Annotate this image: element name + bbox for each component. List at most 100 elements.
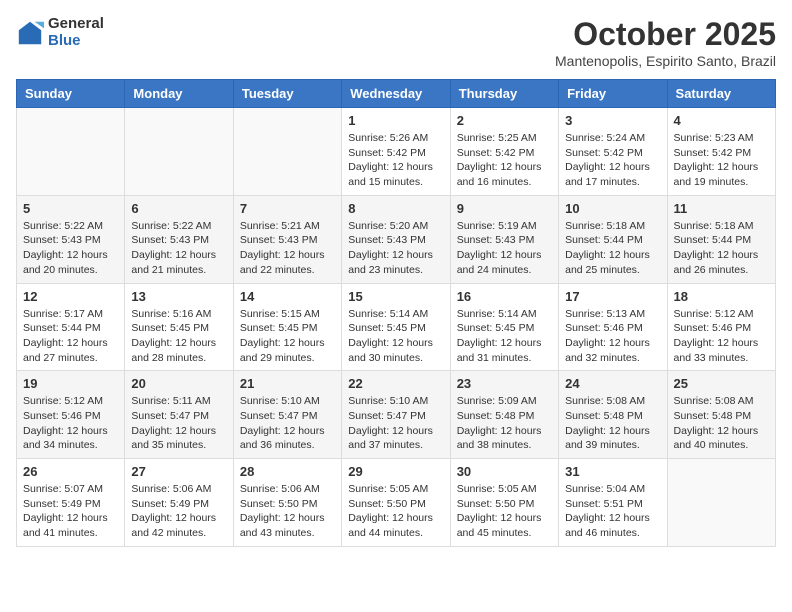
calendar-cell: 20 Sunrise: 5:11 AM Sunset: 5:47 PM Dayli… [125,371,233,459]
calendar-cell: 24 Sunrise: 5:08 AM Sunset: 5:48 PM Dayli… [559,371,667,459]
day-number: 13 [131,289,226,304]
day-number: 9 [457,201,552,216]
weekday-header-row: SundayMondayTuesdayWednesdayThursdayFrid… [17,80,776,108]
day-info: Sunrise: 5:19 AM Sunset: 5:43 PM Dayligh… [457,219,552,278]
calendar-cell: 3Sunrise: 5:24 AM Sunset: 5:42 PM Daylig… [559,108,667,196]
day-info: Sunrise: 5:17 AM Sunset: 5:44 PM Dayligh… [23,307,118,366]
day-number: 1 [348,113,443,128]
calendar-week-row: 5 Sunrise: 5:22 AM Sunset: 5:43 PM Daylig… [17,195,776,283]
day-info: Sunrise: 5:26 AM Sunset: 5:42 PM Dayligh… [348,131,443,190]
calendar-week-row: 12Sunrise: 5:17 AM Sunset: 5:44 PM Dayli… [17,283,776,371]
day-info: Sunrise: 5:15 AM Sunset: 5:45 PM Dayligh… [240,307,335,366]
calendar-cell: 22 Sunrise: 5:10 AM Sunset: 5:47 PM Dayli… [342,371,450,459]
day-info: Sunrise: 5:20 AM Sunset: 5:43 PM Dayligh… [348,219,443,278]
day-number: 31 [565,464,660,479]
day-number: 20 [131,376,226,391]
calendar-week-row: 19 Sunrise: 5:12 AM Sunset: 5:46 PM Dayli… [17,371,776,459]
logo-general-text: General [48,16,104,33]
calendar-cell: 27Sunrise: 5:06 AM Sunset: 5:49 PM Dayli… [125,459,233,547]
day-number: 22 [348,376,443,391]
calendar-cell: 31 Sunrise: 5:04 AM Sunset: 5:51 PM Dayli… [559,459,667,547]
weekday-header-sunday: Sunday [17,80,125,108]
day-number: 6 [131,201,226,216]
day-info: Sunrise: 5:25 AM Sunset: 5:42 PM Dayligh… [457,131,552,190]
calendar-cell: 5 Sunrise: 5:22 AM Sunset: 5:43 PM Daylig… [17,195,125,283]
location-title: Mantenopolis, Espirito Santo, Brazil [555,53,776,69]
day-number: 24 [565,376,660,391]
calendar-cell: 19 Sunrise: 5:12 AM Sunset: 5:46 PM Dayli… [17,371,125,459]
day-info: Sunrise: 5:23 AM Sunset: 5:42 PM Dayligh… [674,131,769,190]
day-info: Sunrise: 5:06 AM Sunset: 5:50 PM Dayligh… [240,482,335,541]
day-info: Sunrise: 5:13 AM Sunset: 5:46 PM Dayligh… [565,307,660,366]
logo-icon [16,19,44,47]
weekday-header-tuesday: Tuesday [233,80,341,108]
month-title: October 2025 [555,16,776,53]
calendar-cell: 9 Sunrise: 5:19 AM Sunset: 5:43 PM Daylig… [450,195,558,283]
calendar-cell: 23 Sunrise: 5:09 AM Sunset: 5:48 PM Dayli… [450,371,558,459]
page-header: General Blue October 2025 Mantenopolis, … [16,16,776,69]
calendar-cell: 29 Sunrise: 5:05 AM Sunset: 5:50 PM Dayli… [342,459,450,547]
calendar-cell: 28 Sunrise: 5:06 AM Sunset: 5:50 PM Dayli… [233,459,341,547]
calendar-week-row: 26Sunrise: 5:07 AM Sunset: 5:49 PM Dayli… [17,459,776,547]
day-info: Sunrise: 5:05 AM Sunset: 5:50 PM Dayligh… [348,482,443,541]
calendar-cell: 7Sunrise: 5:21 AM Sunset: 5:43 PM Daylig… [233,195,341,283]
day-info: Sunrise: 5:16 AM Sunset: 5:45 PM Dayligh… [131,307,226,366]
calendar-table: SundayMondayTuesdayWednesdayThursdayFrid… [16,79,776,547]
calendar-cell: 16 Sunrise: 5:14 AM Sunset: 5:45 PM Dayli… [450,283,558,371]
day-number: 29 [348,464,443,479]
logo: General Blue [16,16,104,49]
day-info: Sunrise: 5:11 AM Sunset: 5:47 PM Dayligh… [131,394,226,453]
day-info: Sunrise: 5:18 AM Sunset: 5:44 PM Dayligh… [565,219,660,278]
day-info: Sunrise: 5:12 AM Sunset: 5:46 PM Dayligh… [23,394,118,453]
day-info: Sunrise: 5:22 AM Sunset: 5:43 PM Dayligh… [131,219,226,278]
calendar-cell [233,108,341,196]
day-number: 5 [23,201,118,216]
day-info: Sunrise: 5:10 AM Sunset: 5:47 PM Dayligh… [348,394,443,453]
day-number: 4 [674,113,769,128]
calendar-cell: 6 Sunrise: 5:22 AM Sunset: 5:43 PM Daylig… [125,195,233,283]
calendar-cell: 1 Sunrise: 5:26 AM Sunset: 5:42 PM Daylig… [342,108,450,196]
weekday-header-thursday: Thursday [450,80,558,108]
calendar-cell: 17 Sunrise: 5:13 AM Sunset: 5:46 PM Dayli… [559,283,667,371]
day-info: Sunrise: 5:08 AM Sunset: 5:48 PM Dayligh… [565,394,660,453]
day-number: 25 [674,376,769,391]
day-number: 16 [457,289,552,304]
day-number: 3 [565,113,660,128]
calendar-cell: 30 Sunrise: 5:05 AM Sunset: 5:50 PM Dayli… [450,459,558,547]
day-number: 27 [131,464,226,479]
day-number: 14 [240,289,335,304]
calendar-cell: 18Sunrise: 5:12 AM Sunset: 5:46 PM Dayli… [667,283,775,371]
day-info: Sunrise: 5:18 AM Sunset: 5:44 PM Dayligh… [674,219,769,278]
day-info: Sunrise: 5:09 AM Sunset: 5:48 PM Dayligh… [457,394,552,453]
day-number: 28 [240,464,335,479]
calendar-week-row: 1 Sunrise: 5:26 AM Sunset: 5:42 PM Daylig… [17,108,776,196]
day-info: Sunrise: 5:22 AM Sunset: 5:43 PM Dayligh… [23,219,118,278]
day-info: Sunrise: 5:10 AM Sunset: 5:47 PM Dayligh… [240,394,335,453]
day-info: Sunrise: 5:05 AM Sunset: 5:50 PM Dayligh… [457,482,552,541]
logo-text: General Blue [48,16,104,49]
calendar-cell: 8Sunrise: 5:20 AM Sunset: 5:43 PM Daylig… [342,195,450,283]
day-info: Sunrise: 5:04 AM Sunset: 5:51 PM Dayligh… [565,482,660,541]
calendar-cell [125,108,233,196]
day-number: 2 [457,113,552,128]
day-info: Sunrise: 5:12 AM Sunset: 5:46 PM Dayligh… [674,307,769,366]
weekday-header-friday: Friday [559,80,667,108]
day-number: 23 [457,376,552,391]
calendar-cell [667,459,775,547]
calendar-cell: 12Sunrise: 5:17 AM Sunset: 5:44 PM Dayli… [17,283,125,371]
calendar-cell: 21 Sunrise: 5:10 AM Sunset: 5:47 PM Dayli… [233,371,341,459]
day-info: Sunrise: 5:21 AM Sunset: 5:43 PM Dayligh… [240,219,335,278]
weekday-header-wednesday: Wednesday [342,80,450,108]
day-number: 11 [674,201,769,216]
day-number: 17 [565,289,660,304]
day-number: 21 [240,376,335,391]
day-info: Sunrise: 5:07 AM Sunset: 5:49 PM Dayligh… [23,482,118,541]
day-number: 19 [23,376,118,391]
day-info: Sunrise: 5:14 AM Sunset: 5:45 PM Dayligh… [457,307,552,366]
calendar-cell: 10Sunrise: 5:18 AM Sunset: 5:44 PM Dayli… [559,195,667,283]
day-info: Sunrise: 5:08 AM Sunset: 5:48 PM Dayligh… [674,394,769,453]
weekday-header-monday: Monday [125,80,233,108]
day-number: 30 [457,464,552,479]
calendar-cell: 15Sunrise: 5:14 AM Sunset: 5:45 PM Dayli… [342,283,450,371]
calendar-cell: 26Sunrise: 5:07 AM Sunset: 5:49 PM Dayli… [17,459,125,547]
